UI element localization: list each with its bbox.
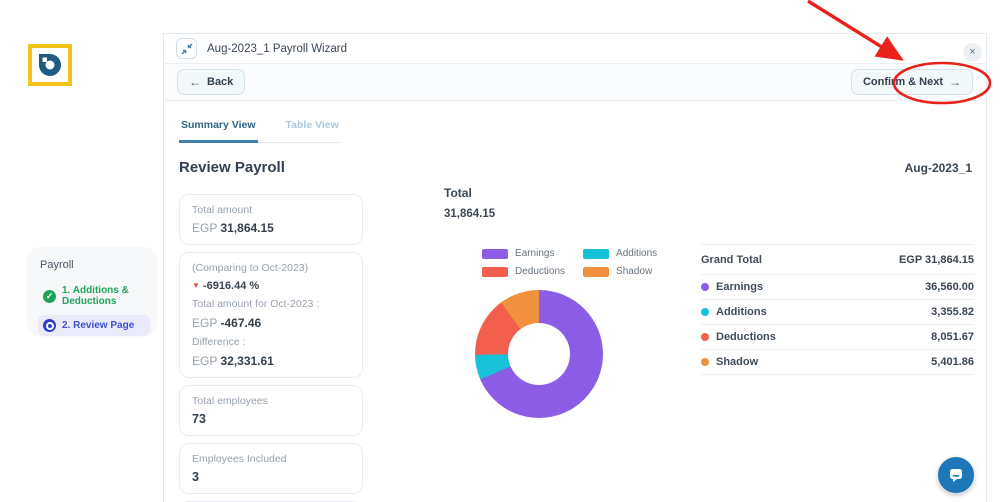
back-arrow-icon: ← [189, 75, 201, 89]
wizard-stepper: Payroll ✓ 1. Additions & Deductions 2. R… [28, 247, 156, 336]
summary-main: Total amount EGP 31,864.15 (Comparing to… [179, 186, 974, 502]
comparison-percent: ▼ -6916.44 % [192, 280, 260, 292]
legend-item-earnings: Earnings [482, 248, 565, 259]
legend-item-additions: Additions [583, 248, 657, 259]
payroll-wizard-modal: Aug-2023_1 Payroll Wizard × ← Back Confi… [163, 33, 987, 502]
currency-code: EGP [192, 316, 218, 330]
payroll-period-label: Aug-2023_1 [904, 160, 972, 175]
card-label: Total amount [192, 204, 253, 216]
currency-code: EGP [192, 221, 218, 235]
difference-value: 32,331.61 [220, 354, 274, 368]
step-label: 1. Additions & Deductions [62, 285, 129, 307]
difference-label: Difference : [192, 336, 246, 348]
page: Payroll ✓ 1. Additions & Deductions 2. R… [0, 0, 1000, 502]
next-arrow-icon: → [949, 75, 961, 89]
close-button[interactable]: × [963, 43, 982, 62]
step-label: 2. Review Page [62, 320, 135, 331]
confirm-next-button[interactable]: Confirm & Next → [850, 69, 973, 95]
wizard-titlebar: Aug-2023_1 Payroll Wizard × [164, 34, 986, 64]
donut-chart-wrap [475, 290, 603, 418]
chart-total-label: Total [444, 186, 472, 200]
donut-hole [508, 323, 570, 385]
back-button[interactable]: ← Back [177, 69, 246, 95]
employees-included-value: 3 [192, 470, 199, 484]
total-amount-card: Total amount EGP 31,864.15 [179, 194, 363, 245]
legend-item-shadow: Shadow [583, 266, 657, 277]
additions-dot-icon [701, 308, 709, 316]
employees-included-card: Employees Included 3 [179, 443, 363, 494]
stepper-title: Payroll [40, 259, 74, 271]
currency-code: EGP [192, 354, 218, 368]
view-tabs: Summary View Table View [179, 115, 341, 143]
total-employees-value: 73 [192, 412, 206, 426]
company-logo-icon [28, 44, 72, 86]
chart-total-value: 31,864.15 [444, 208, 496, 220]
legend-swatch [482, 248, 508, 259]
chart-legend: Earnings Additions Deductions Shadow [482, 248, 657, 277]
step-complete-check-icon: ✓ [43, 289, 56, 303]
collapse-window-button[interactable] [176, 38, 197, 59]
trend-down-icon: ▼ [192, 281, 200, 290]
totals-table: Grand Total EGP 31,864.15 Earnings 36,56… [701, 244, 974, 375]
prev-amount-label: Total amount for Oct-2023 : [192, 298, 320, 310]
legend-swatch [583, 266, 610, 277]
comparison-title: (Comparing to Oct-2023) [192, 262, 309, 274]
payroll-chart-section: Total 31,864.15 Earnings Additions Deduc… [444, 186, 714, 418]
deductions-dot-icon [701, 333, 709, 341]
step-current-radio-icon [43, 319, 56, 332]
comparison-card: (Comparing to Oct-2023) ▼ -6916.44 % Tota… [179, 252, 363, 378]
shadow-dot-icon [701, 358, 709, 366]
wizard-toolbar: ← Back Confirm & Next → [164, 64, 986, 101]
earnings-dot-icon [701, 283, 709, 291]
collapse-icon [181, 43, 192, 54]
tab-summary-view[interactable]: Summary View [179, 115, 258, 143]
step-additions-deductions[interactable]: ✓ 1. Additions & Deductions [38, 281, 150, 311]
grand-total-value: EGP 31,864.15 [898, 253, 974, 266]
wizard-title: Aug-2023_1 Payroll Wizard [207, 42, 347, 55]
legend-swatch [482, 266, 508, 277]
step-review-page[interactable]: 2. Review Page [38, 315, 150, 336]
tab-table-view[interactable]: Table View [284, 115, 341, 143]
table-row-shadow: Shadow 5,401.86 [701, 350, 974, 375]
page-title: Review Payroll [179, 159, 285, 176]
grand-total-row: Grand Total EGP 31,864.15 [701, 244, 974, 275]
summary-cards: Total amount EGP 31,864.15 (Comparing to… [179, 194, 363, 502]
card-label: Employees Included [192, 453, 287, 465]
prev-amount-value: -467.46 [220, 316, 262, 330]
table-row-earnings: Earnings 36,560.00 [701, 275, 974, 300]
card-label: Total employees [192, 395, 268, 407]
chat-bubble-icon [950, 469, 962, 482]
total-employees-card: Total employees 73 [179, 385, 363, 436]
total-amount-value: 31,864.15 [220, 221, 274, 235]
wizard-content: Summary View Table View Review Payroll A… [164, 101, 986, 502]
legend-item-deductions: Deductions [482, 266, 565, 277]
legend-swatch [583, 248, 610, 259]
chat-support-button[interactable] [938, 457, 974, 493]
table-row-deductions: Deductions 8,051.67 [701, 325, 974, 350]
table-row-additions: Additions 3,355.82 [701, 300, 974, 325]
